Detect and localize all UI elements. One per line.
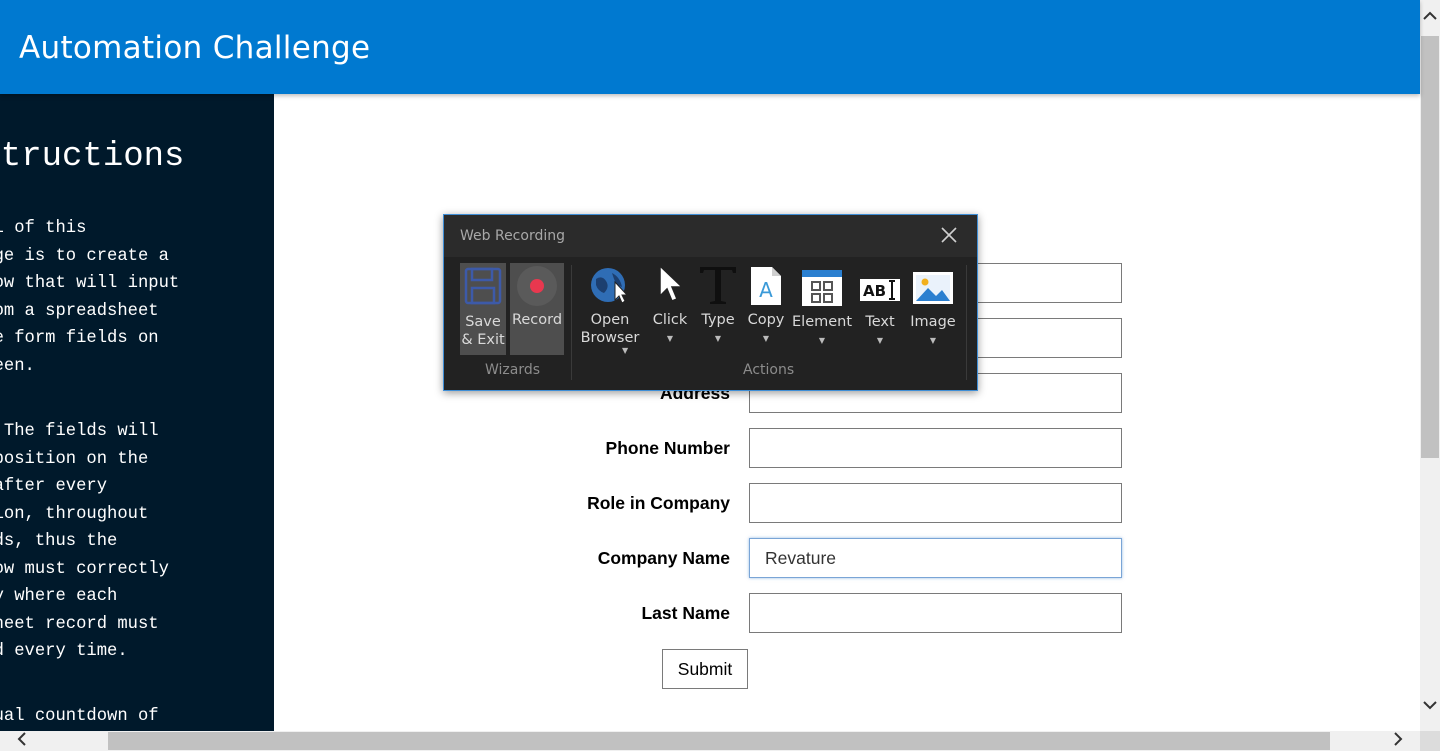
chevron-down-icon: ▼	[762, 334, 770, 343]
copy-button[interactable]: A Copy ▼	[744, 263, 788, 355]
wizards-group-label: Wizards	[485, 362, 541, 378]
page-title: Automation Challenge	[19, 30, 371, 66]
type-button[interactable]: Type ▼	[696, 263, 740, 355]
form-row-phone: Phone Number	[274, 428, 1420, 470]
scroll-down-icon[interactable]	[1420, 697, 1440, 717]
element-button[interactable]: Element ▼	[792, 263, 852, 355]
scroll-right-icon[interactable]	[1388, 732, 1408, 750]
vertical-scroll-thumb[interactable]	[1421, 36, 1439, 458]
vertical-scrollbar[interactable]	[1420, 0, 1440, 731]
record-icon	[517, 266, 557, 306]
copy-label: Copy	[747, 312, 785, 328]
svg-text:AB: AB	[863, 282, 886, 300]
role-input[interactable]	[749, 483, 1122, 523]
group-separator	[966, 265, 967, 380]
phone-number-input[interactable]	[749, 428, 1122, 468]
element-label: Element	[792, 314, 853, 330]
copy-icon: A	[751, 267, 781, 305]
company-name-label: Company Name	[597, 548, 730, 568]
actions-group-label: Actions	[743, 362, 795, 378]
instructions-heading: nstructions	[0, 138, 185, 176]
chevron-down-icon: ▼	[876, 336, 884, 345]
form-row-company: Company Name Revature	[274, 538, 1420, 580]
save-exit-label: Save & Exit	[461, 314, 505, 348]
chevron-down-icon: ▼	[818, 336, 826, 345]
last-name-input[interactable]	[749, 593, 1122, 633]
record-label: Record	[511, 312, 563, 328]
form-area: Address Phone Number Role in Company Com…	[274, 94, 1420, 731]
text-label: Text	[865, 314, 895, 330]
role-label: Role in Company	[587, 493, 730, 513]
click-label: Click	[652, 312, 688, 328]
scroll-left-icon[interactable]	[12, 732, 32, 750]
record-button[interactable]: Record	[510, 263, 564, 355]
save-exit-button[interactable]: Save & Exit	[460, 263, 506, 355]
scrollbar-corner	[1420, 731, 1440, 751]
svg-text:A: A	[759, 278, 773, 302]
instructions-panel: nstructions e goal of this allenge is to…	[0, 94, 274, 731]
chevron-down-icon: ▼	[666, 334, 674, 343]
text-cursor-icon: AB	[860, 279, 900, 301]
web-recording-toolbar[interactable]: Web Recording Save & Exit Record Wizards	[443, 214, 978, 391]
type-icon	[700, 267, 736, 304]
cursor-icon	[659, 264, 684, 302]
globe-cursor-icon	[591, 268, 629, 304]
text-button[interactable]: AB Text ▼	[856, 263, 904, 355]
form-row-role: Role in Company	[274, 483, 1420, 525]
floppy-disk-icon	[464, 267, 502, 305]
element-icon	[802, 270, 842, 306]
submit-button[interactable]: Submit	[662, 649, 748, 689]
recorder-title: Web Recording	[460, 228, 565, 244]
image-label: Image	[910, 314, 956, 330]
company-name-input[interactable]: Revature	[749, 538, 1122, 578]
instructions-paragraph-2: ware! The fields will ange position on t…	[0, 422, 169, 661]
form-row-lastname: Last Name	[274, 593, 1420, 635]
horizontal-scroll-thumb[interactable]	[108, 732, 1330, 750]
app-header: Automation Challenge	[0, 0, 1420, 94]
instructions-paragraph-1: e goal of this allenge is to create a or…	[0, 219, 180, 376]
image-icon	[913, 272, 953, 304]
instructions-paragraph-3: e actual countdown of e challenge	[0, 707, 159, 726]
chevron-down-icon: ▼	[714, 334, 722, 343]
chevron-down-icon: ▼	[929, 336, 937, 345]
close-icon[interactable]	[939, 224, 959, 246]
scroll-up-icon[interactable]	[1420, 8, 1440, 28]
click-button[interactable]: Click ▼	[648, 263, 692, 355]
recorder-ribbon: Save & Exit Record Wizards Open Browser …	[444, 257, 977, 390]
phone-number-label: Phone Number	[605, 438, 730, 458]
image-button[interactable]: Image ▼	[908, 263, 958, 355]
horizontal-scrollbar[interactable]	[0, 731, 1420, 751]
group-separator	[571, 265, 572, 380]
type-label: Type	[701, 312, 735, 328]
open-browser-label: Open Browser	[580, 312, 640, 346]
last-name-label: Last Name	[641, 603, 730, 623]
open-browser-button[interactable]: Open Browser ▼	[578, 263, 642, 355]
chevron-down-icon: ▼	[622, 346, 629, 355]
